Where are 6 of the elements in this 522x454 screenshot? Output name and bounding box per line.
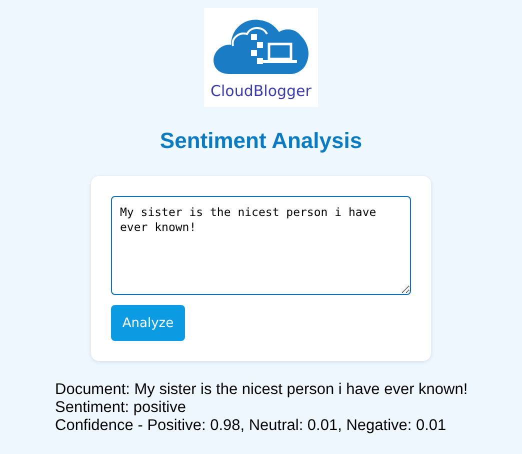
result-line: Sentiment: positive (55, 399, 187, 417)
result-line: Confidence - Positive: 0.98, Neutral: 0.01, Negative: 0.01 (55, 417, 448, 435)
result-line: Document: My sister is the nicest person i have ever known! (55, 381, 468, 399)
page-title: Sentiment Analysis (160, 128, 362, 154)
text-input[interactable]: My sister is the nicest person i have ever known! (111, 196, 411, 296)
logo-text: CloudBlogger (210, 82, 312, 100)
